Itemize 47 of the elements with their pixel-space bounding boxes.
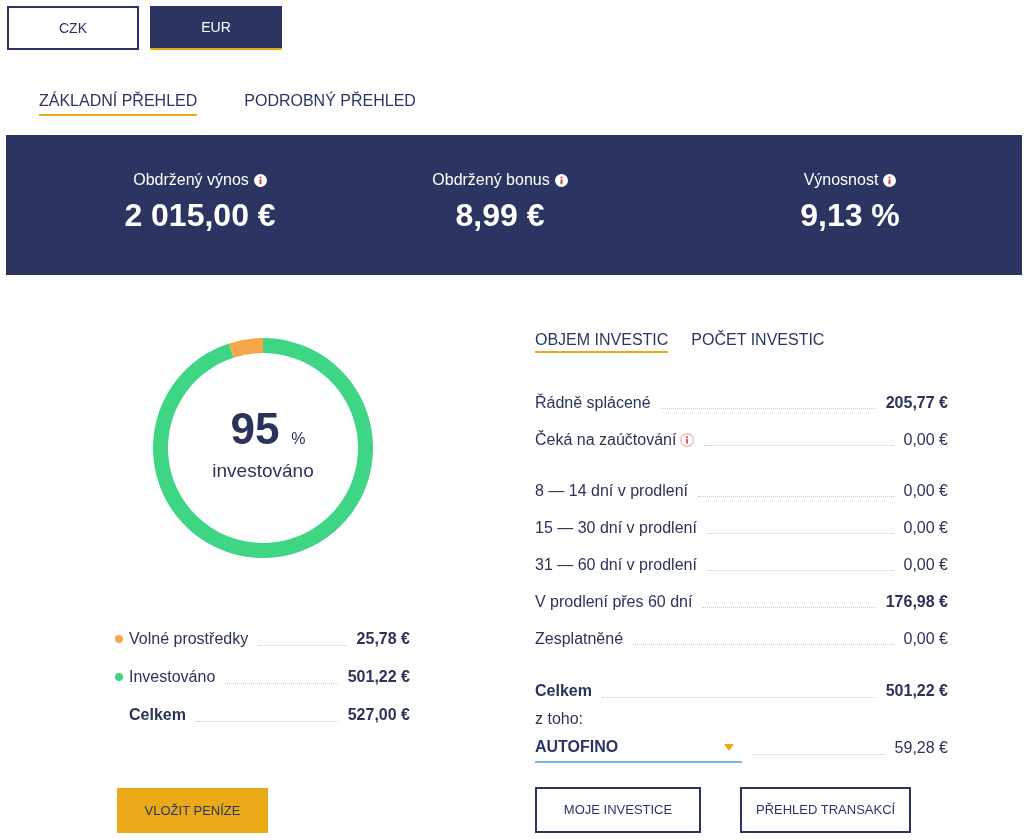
stat-value: 9,13 %	[800, 196, 900, 235]
row-value: 0,00 €	[903, 554, 948, 575]
row-value: 205,77 €	[885, 392, 948, 413]
row-label: Zesplatněné	[535, 628, 624, 649]
row-value: 0,00 €	[903, 429, 948, 450]
provider-dropdown[interactable]: AUTOFINO	[535, 733, 742, 763]
row-value: 0,00 €	[903, 628, 948, 649]
info-icon[interactable]	[883, 173, 897, 187]
stat-label: Obdržený bonus	[432, 170, 550, 190]
caret-icon	[724, 743, 734, 751]
legend-value: 501,22 €	[347, 667, 410, 687]
tab[interactable]: ZÁKLADNÍ PŘEHLED	[39, 91, 198, 116]
legend-label: Volné prostředky	[129, 629, 249, 649]
legend-value: 25,78 €	[356, 629, 410, 649]
my-investments-button[interactable]: MOJE INVESTICE	[535, 787, 701, 833]
tab[interactable]: OBJEM INVESTIC	[535, 330, 669, 353]
total-label: Celkem	[535, 681, 592, 701]
tab[interactable]: POČET INVESTIC	[691, 330, 825, 353]
provider-amount: 59,28 €	[894, 738, 948, 758]
deposit-button[interactable]: VLOŽIT PENÍZE	[117, 788, 268, 833]
row-value: 0,00 €	[903, 480, 948, 501]
total-value: 501,22 €	[885, 681, 948, 701]
stat-value: 2 015,00 €	[124, 196, 276, 235]
row-value: 176,98 €	[885, 591, 948, 612]
info-icon[interactable]	[554, 173, 568, 187]
row-label: 31 — 60 dní v prodlení	[535, 554, 697, 575]
currency-toggle[interactable]: CZK	[7, 6, 139, 50]
row-label: Čeká na zaúčtování	[535, 429, 677, 450]
tab[interactable]: PODROBNÝ PŘEHLED	[244, 91, 416, 116]
legend-label: Investováno	[129, 667, 216, 687]
legend-label: Celkem	[129, 705, 186, 725]
stat-label: Obdržený výnos	[133, 170, 249, 190]
percent-value: 95	[230, 405, 280, 453]
row-label: Řádně splácené	[535, 392, 651, 413]
transactions-button[interactable]: PŘEHLED TRANSAKCÍ	[740, 787, 912, 833]
info-icon[interactable]	[253, 173, 267, 187]
percent-sign: %	[291, 429, 306, 449]
currency-toggle[interactable]: EUR	[150, 6, 282, 50]
stat-value: 8,99 €	[455, 196, 545, 235]
row-label: 15 — 30 dní v prodlení	[535, 517, 697, 538]
row-label: 8 — 14 dní v prodlení	[535, 480, 688, 501]
legend-value: 527,00 €	[347, 705, 410, 725]
row-value: 0,00 €	[903, 517, 948, 538]
donut-caption: investováno	[212, 459, 314, 483]
row-label: V prodlení přes 60 dní	[535, 591, 693, 612]
breakdown-label: z toho:	[535, 709, 584, 729]
stat-label: Výnosnost	[803, 170, 879, 190]
